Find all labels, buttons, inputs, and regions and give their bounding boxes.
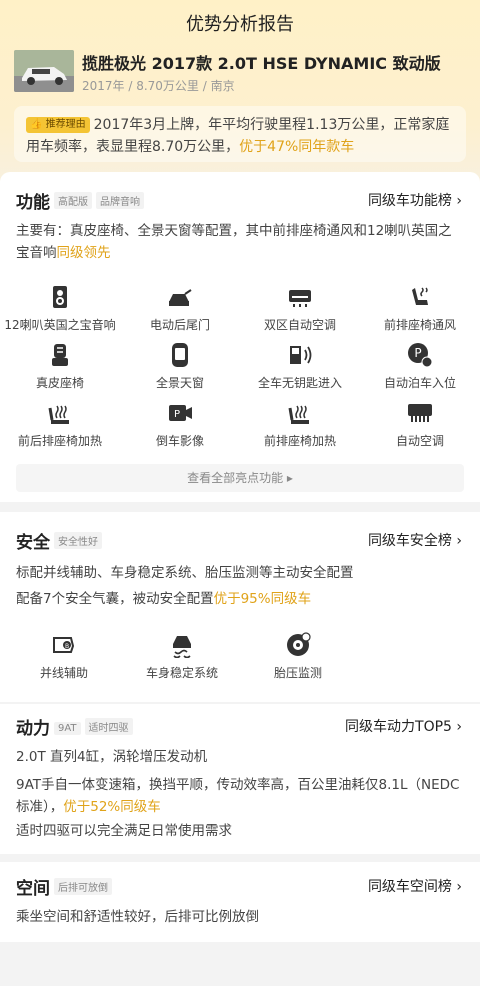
- feature-item[interactable]: 真皮座椅: [0, 342, 120, 391]
- safety-line1: 标配并线辅助、车身稳定系统、胎压监测等主动安全配置: [16, 565, 354, 581]
- recommend-badge: 👍 推荐理由: [26, 117, 90, 133]
- power-title: 动力 9AT 适时四驱: [16, 714, 133, 739]
- power-line1: 2.0T 直列4缸，涡轮增压发动机: [16, 749, 208, 765]
- feature-item[interactable]: 全景天窗: [120, 342, 240, 391]
- auto-ac-icon: [407, 400, 433, 426]
- features-card: 功能 高配版 品牌音响 同级车功能榜 › 主要有：真皮座椅、全景天窗等配置，其中前排…: [0, 172, 480, 502]
- speaker-icon: [47, 284, 73, 310]
- features-tag: 品牌音响: [96, 192, 144, 209]
- view-all-features-button[interactable]: 查看全部亮点功能 ▸: [16, 464, 464, 492]
- safety-card: 安全 安全性好 同级车安全榜 › 标配并线辅助、车身稳定系统、胎压监测等主动安全配…: [0, 512, 480, 702]
- ac-icon: [287, 284, 313, 310]
- svg-text:P: P: [174, 409, 180, 420]
- space-tag: 后排可放倒: [54, 878, 112, 895]
- space-title: 空间 后排可放倒: [16, 874, 112, 899]
- safety-title: 安全 安全性好: [16, 528, 102, 553]
- safety-tag: 安全性好: [54, 532, 102, 549]
- feature-item[interactable]: 双区自动空调: [240, 284, 360, 333]
- car-name: 揽胜极光 2017款 2.0T HSE DYNAMIC 致动版: [82, 54, 441, 73]
- power-line2: 9AT手自一体变速箱，换挡平顺，传动效率高，百公里油耗仅8.1L（NEDC标准）…: [16, 777, 460, 815]
- features-desc: 主要有：真皮座椅、全景天窗等配置，其中前排座椅通风和12喇叭英国之宝音响同级领先: [16, 223, 452, 261]
- auto-park-icon: P: [407, 342, 433, 368]
- power-rank-link[interactable]: 同级车动力TOP5 ›: [345, 716, 462, 736]
- reverse-camera-icon: P: [167, 400, 193, 426]
- seat-heat-icon: [287, 400, 313, 426]
- keyless-icon: [287, 342, 313, 368]
- svg-text:B: B: [65, 643, 69, 650]
- safety-rank-link[interactable]: 同级车安全榜 ›: [368, 530, 462, 550]
- safety-item[interactable]: 车身稳定系统: [122, 632, 242, 681]
- svg-text:P: P: [414, 346, 421, 360]
- page-title: 优势分析报告: [186, 14, 294, 35]
- esp-icon: [169, 632, 195, 659]
- power-line3: 适时四驱可以完全满足日常使用需求: [16, 823, 232, 839]
- leather-seat-icon: [47, 342, 73, 368]
- safety-line2: 配备7个安全气囊，被动安全配置优于95%同级车: [16, 591, 312, 607]
- feature-item[interactable]: 12喇叭英国之宝音响: [0, 284, 120, 333]
- safety-item[interactable]: 胎压监测: [238, 632, 358, 681]
- feature-item[interactable]: 电动后尾门: [120, 284, 240, 333]
- features-rank-link[interactable]: 同级车功能榜 ›: [368, 190, 462, 210]
- power-card: 动力 9AT 适时四驱 同级车动力TOP5 › 2.0T 直列4缸，涡轮增压发动机 …: [0, 704, 480, 854]
- space-rank-link[interactable]: 同级车空间榜 ›: [368, 876, 462, 896]
- car-thumbnail: [14, 50, 74, 92]
- seat-vent-icon: [407, 284, 433, 310]
- features-tag: 高配版: [54, 192, 92, 209]
- feature-item[interactable]: P 倒车影像: [120, 400, 240, 449]
- feature-item[interactable]: 全车无钥匙进入: [240, 342, 360, 391]
- sunroof-icon: [167, 342, 193, 368]
- recommend-box: 👍 推荐理由 2017年3月上牌，年平均行驶里程1.13万公里，正常家庭用车频率，…: [14, 106, 466, 162]
- features-title: 功能 高配版 品牌音响: [16, 188, 144, 213]
- power-tag: 9AT: [54, 722, 81, 735]
- space-card: 空间 后排可放倒 同级车空间榜 › 乘坐空间和舒适性较好，后排可比例放倒: [0, 862, 480, 942]
- feature-item[interactable]: 自动空调: [360, 400, 480, 449]
- space-line1: 乘坐空间和舒适性较好，后排可比例放倒: [16, 909, 259, 925]
- feature-item[interactable]: 前排座椅加热: [240, 400, 360, 449]
- feature-item[interactable]: P 自动泊车入位: [360, 342, 480, 391]
- feature-item[interactable]: 前后排座椅加热: [0, 400, 120, 449]
- car-meta: 2017年 / 8.70万公里 / 南京: [82, 79, 235, 93]
- tailgate-icon: [167, 284, 193, 310]
- seat-heat-icon: [47, 400, 73, 426]
- car-summary: 揽胜极光 2017款 2.0T HSE DYNAMIC 致动版 2017年 / …: [14, 50, 441, 93]
- safety-item[interactable]: B 并线辅助: [4, 632, 124, 681]
- tire-pressure-icon: [285, 632, 311, 658]
- power-tag: 适时四驱: [84, 718, 133, 735]
- feature-item[interactable]: 前排座椅通风: [360, 284, 480, 333]
- recommend-highlight: 优于47%同年款车: [239, 139, 355, 155]
- lane-assist-icon: B: [51, 632, 77, 658]
